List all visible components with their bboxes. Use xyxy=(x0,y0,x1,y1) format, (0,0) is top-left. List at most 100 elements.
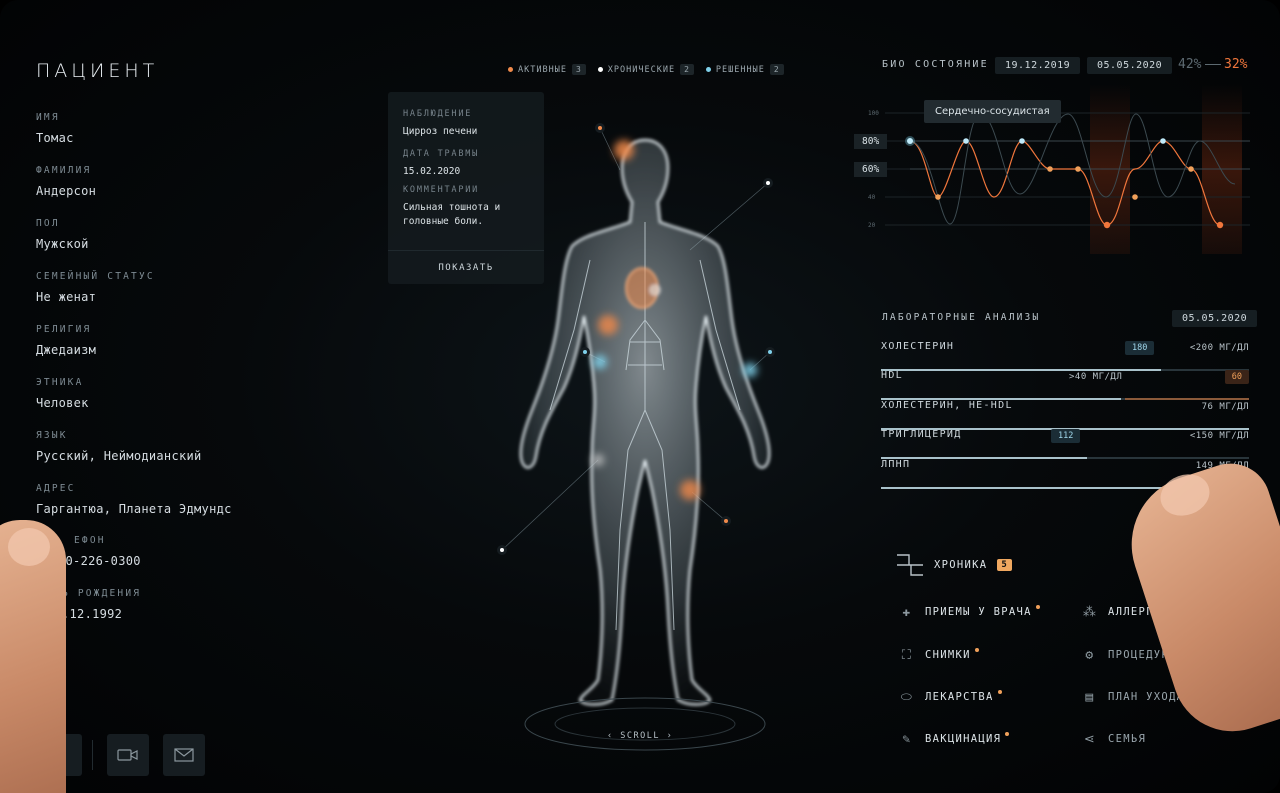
menu-label: ПЛАН УХОДА xyxy=(1108,691,1185,703)
field-label: ЯЗЫК xyxy=(36,430,68,441)
bio-state-title: БИО СОСТОЯНИЕ xyxy=(882,59,989,70)
lab-name: ХОЛЕСТЕРИН xyxy=(881,341,955,352)
field-label: Ь РОЖДЕНИЯ xyxy=(62,588,142,599)
document-icon: ▤ xyxy=(1085,689,1095,705)
active-dot-icon xyxy=(508,67,513,72)
field-label: РЕЛИГИЯ xyxy=(36,324,92,335)
menu-label: СЕМЬЯ xyxy=(1108,733,1147,745)
lab-name: ЛПНП xyxy=(881,459,911,470)
observation-card: НАБЛЮДЕНИЕ Цирроз печени ДАТА ТРАВМЫ 15.… xyxy=(388,92,544,284)
field-value: Томас xyxy=(36,131,74,145)
chart-tooltip: Сердечно-сосудистая xyxy=(924,100,1061,123)
lab-norm: <200 МГ/ДЛ xyxy=(1189,343,1249,353)
message-button[interactable] xyxy=(163,734,205,776)
field-label: СЕМЕЙНЫЙ СТАТУС xyxy=(36,271,155,282)
scroll-label: SCROLL xyxy=(620,731,660,741)
syringe-icon: ✎ xyxy=(902,731,912,747)
notification-dot xyxy=(997,690,1002,694)
legend-count: 2 xyxy=(680,64,694,75)
injury-date-label: ДАТА ТРАВМЫ xyxy=(403,149,480,159)
divider xyxy=(92,740,93,770)
scan-frame-icon: ⛶ xyxy=(901,647,913,663)
field-value: Андерсон xyxy=(36,184,97,198)
marker-80: 80% xyxy=(854,134,888,149)
field-address: АДРЕС Гаргантюа, Планета Эдмундс xyxy=(36,483,232,516)
chronic-dot-icon xyxy=(597,67,603,72)
field-ethnicity: ЭТНИКА Человек xyxy=(36,377,89,410)
comments-label: КОММЕНТАРИИ xyxy=(403,185,480,195)
lab-row-hdl[interactable]: HDL >40 МГ/ДЛ 60 xyxy=(881,370,1249,400)
field-label: ЕФОН xyxy=(74,535,106,546)
legend-label: АКТИВНЫЕ xyxy=(518,64,567,75)
menu-medicine[interactable]: ⬭ ЛЕКАРСТВА xyxy=(899,689,1002,705)
page-title: ПАЦИЕНТ xyxy=(36,60,159,82)
field-label: ПОЛ xyxy=(36,218,60,229)
observation-label: НАБЛЮДЕНИЕ xyxy=(403,109,473,119)
bio-percent-old: 42% xyxy=(1178,57,1202,72)
field-value: 00-226-0300 xyxy=(58,554,141,568)
field-label: ФАМИЛИЯ xyxy=(36,165,92,176)
field-value: Гаргантюа, Планета Эдмундс xyxy=(36,502,232,516)
video-call-button[interactable] xyxy=(107,734,149,776)
notification-dot xyxy=(1005,732,1010,736)
menu-label: ПРИЕМЫ У ВРАЧА xyxy=(925,606,1032,618)
lab-row-triglyceride[interactable]: ТРИГЛИЦЕРИД 112 <150 МГ/ДЛ xyxy=(881,429,1249,459)
envelope-icon xyxy=(174,748,194,762)
menu-vaccination[interactable]: ✎ ВАКЦИНАЦИЯ xyxy=(899,731,1010,747)
legend-count: 2 xyxy=(769,64,784,75)
lab-row-cholesterol[interactable]: ХОЛЕСТЕРИН 180 <200 МГ/ДЛ xyxy=(881,341,1249,371)
field-value: Не женат xyxy=(36,290,97,304)
menu-scans[interactable]: ⛶ СНИМКИ xyxy=(899,647,979,663)
scroll-control[interactable]: ‹ SCROLL › xyxy=(607,731,673,741)
menu-appointments[interactable]: ✚ ПРИЕМЫ У ВРАЧА xyxy=(899,604,1040,620)
bio-percent-new: 32% xyxy=(1224,57,1248,72)
menu-family[interactable]: ⋖ СЕМЬЯ xyxy=(1082,731,1146,747)
field-label: АДРЕС xyxy=(36,483,76,494)
field-sex: ПОЛ Мужской xyxy=(36,218,89,251)
legend-resolved[interactable]: РЕШЕННЫЕ 2 xyxy=(705,64,784,75)
video-camera-icon xyxy=(117,749,138,761)
lab-norm: <150 МГ/ДЛ xyxy=(1189,431,1249,441)
notification-dot xyxy=(1035,605,1040,609)
show-button[interactable]: ПОКАЗАТЬ xyxy=(388,250,544,284)
menu-care-plan[interactable]: ▤ ПЛАН УХОДА xyxy=(1082,689,1184,705)
field-phone: ЕФОН 00-226-0300 xyxy=(58,535,141,568)
field-value: Мужской xyxy=(36,237,89,251)
lab-norm: 76 МГ/ДЛ xyxy=(1201,402,1249,412)
plus-cross-icon: ✚ xyxy=(902,604,912,620)
comments-value: Сильная тошнота и головные боли. xyxy=(403,202,501,227)
legend-chronic[interactable]: ХРОНИЧЕСКИЕ 2 xyxy=(597,64,694,75)
bio-date-end[interactable]: 05.05.2020 xyxy=(1087,57,1173,74)
chart-tick: 100 xyxy=(868,110,879,117)
chart-tick: 20 xyxy=(868,222,876,229)
labs-date[interactable]: 05.05.2020 xyxy=(1172,310,1258,327)
divider xyxy=(1205,64,1221,65)
menu-chronicle[interactable]: ХРОНИКА 5 xyxy=(896,551,1013,579)
bio-date-start[interactable]: 19.12.2019 xyxy=(995,57,1081,74)
menu-label: ВАКЦИНАЦИЯ xyxy=(925,733,1002,745)
legend-active[interactable]: АКТИВНЫЕ 3 xyxy=(508,64,586,75)
resolved-dot-icon xyxy=(705,67,711,72)
share-icon: ⋖ xyxy=(1083,731,1097,747)
chronicle-icon xyxy=(897,554,923,576)
field-birth-date: Ь РОЖДЕНИЯ .12.1992 xyxy=(62,588,141,621)
lab-row-non-hdl[interactable]: ХОЛЕСТЕРИН, НЕ-HDL 76 МГ/ДЛ xyxy=(881,400,1249,430)
labs-title: ЛАБОРАТОРНЫЕ АНАЛИЗЫ xyxy=(882,312,1041,323)
patient-screen: ПАЦИЕНТ ИМЯ Томас ФАМИЛИЯ Андерсон ПОЛ М… xyxy=(0,0,1280,793)
lab-name: ХОЛЕСТЕРИН, НЕ-HDL xyxy=(881,400,1013,411)
field-last-name: ФАМИЛИЯ Андерсон xyxy=(36,165,96,198)
injury-date-value: 15.02.2020 xyxy=(403,166,461,177)
chronicle-count-badge: 5 xyxy=(997,559,1013,571)
field-value: Русский, Неймодианский xyxy=(36,449,202,463)
notification-dot xyxy=(974,648,979,652)
field-language: ЯЗЫК Русский, Неймодианский xyxy=(36,430,202,463)
lab-value: 180 xyxy=(1125,341,1155,355)
lab-name: HDL xyxy=(881,370,903,381)
menu-label: ХРОНИКА xyxy=(934,559,988,571)
observation-value: Цирроз печени xyxy=(403,126,478,137)
lab-value: 60 xyxy=(1224,370,1249,384)
field-label: ИМЯ xyxy=(36,112,60,123)
field-value: .12.1992 xyxy=(62,607,123,621)
field-label: ЭТНИКА xyxy=(36,377,84,388)
chevron-left-icon: ‹ xyxy=(607,731,621,741)
